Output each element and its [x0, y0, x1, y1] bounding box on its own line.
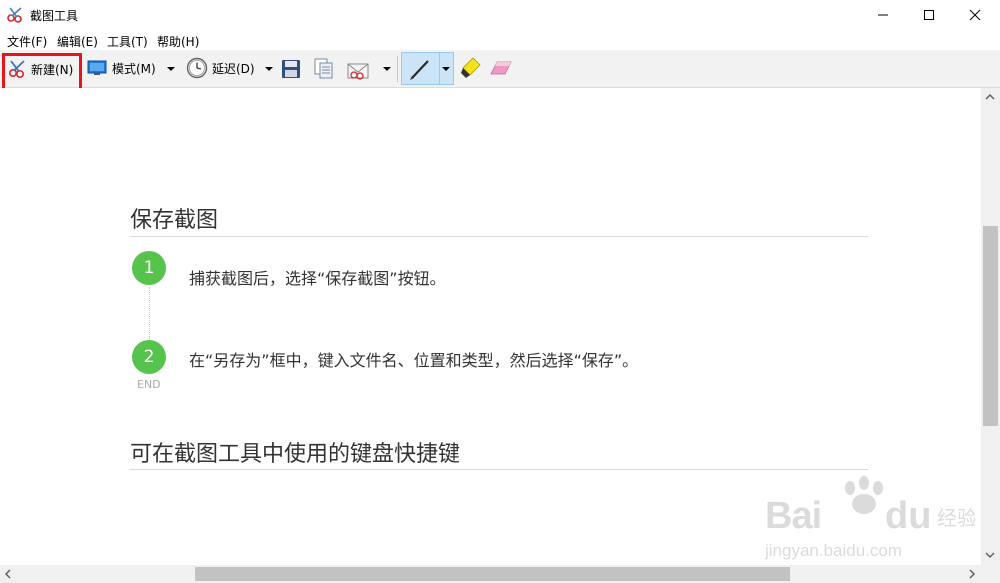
mode-button[interactable]: 模式(M): [87, 59, 156, 77]
menu-bar: 文件(F) 编辑(E) 工具(T) 帮助(H): [0, 30, 1000, 50]
delay-button[interactable]: 延迟(D): [186, 57, 255, 79]
step-number-1: 1: [132, 251, 166, 285]
scroll-right-arrow-icon[interactable]: [968, 569, 976, 579]
highlighter-icon: [461, 57, 481, 78]
svg-text:经验: 经验: [937, 506, 975, 530]
toolbar: 新建(N) 模式(M) 延迟(D): [0, 50, 1000, 88]
pen-dropdown-arrow-icon[interactable]: [442, 67, 450, 71]
eraser-button[interactable]: [489, 58, 513, 78]
close-icon: [969, 9, 981, 21]
scissors-app-icon: [7, 7, 25, 23]
menu-help[interactable]: 帮助(H): [157, 33, 199, 50]
window-title: 截图工具: [30, 9, 79, 23]
scroll-up-arrow-icon[interactable]: [985, 93, 995, 101]
svg-text:Bai: Bai: [765, 495, 821, 537]
close-button[interactable]: [952, 0, 998, 30]
copy-button[interactable]: [313, 57, 335, 81]
step-connector-line: [149, 287, 150, 339]
section-divider: [130, 469, 868, 470]
delay-button-label: 延迟(D): [212, 61, 255, 76]
clock-icon: [186, 57, 208, 79]
title-bar: 截图工具: [0, 0, 1000, 30]
toolbar-separator: [397, 56, 398, 82]
svg-text:jingyan.baidu.com: jingyan.baidu.com: [765, 541, 902, 560]
vertical-scroll-thumb[interactable]: [983, 226, 998, 426]
minimize-icon: [878, 14, 888, 16]
menu-file[interactable]: 文件(F): [7, 33, 47, 50]
section-divider: [130, 236, 868, 237]
section-title-shortcuts: 可在截图工具中使用的键盘快捷键: [130, 442, 461, 467]
monitor-icon: [87, 60, 107, 75]
envelope-icon: [347, 63, 369, 80]
highlighter-button[interactable]: [459, 56, 483, 80]
menu-tools[interactable]: 工具(T): [107, 33, 148, 50]
snipping-tool-window: 截图工具 文件(F) 编辑(E) 工具(T) 帮助(H) 新建(N) 模式(M)…: [0, 0, 1000, 583]
baidu-jingyan-watermark-logo: Bai du 经验 jingyan.baidu.com: [765, 476, 975, 560]
scroll-down-arrow-icon[interactable]: [985, 551, 995, 559]
maximize-icon: [924, 10, 934, 20]
scrollbar-corner: [981, 565, 1000, 583]
mode-dropdown-arrow-icon[interactable]: [167, 67, 175, 71]
send-dropdown-arrow-icon[interactable]: [383, 67, 391, 71]
save-button[interactable]: [281, 59, 301, 79]
section-title-save-snip: 保存截图: [130, 208, 219, 233]
horizontal-scroll-thumb[interactable]: [195, 567, 790, 581]
floppy-disk-icon: [282, 60, 300, 78]
scroll-left-arrow-icon[interactable]: [4, 569, 12, 579]
mode-button-label: 模式(M): [112, 61, 156, 76]
pen-icon: [410, 59, 429, 80]
end-label: END: [137, 378, 161, 391]
menu-edit[interactable]: 编辑(E): [57, 33, 98, 50]
step-2-text: 在“另存为”框中，键入文件名、位置和类型，然后选择“保存”。: [189, 351, 639, 370]
pen-split-divider: [439, 53, 440, 84]
minimize-button[interactable]: [860, 0, 906, 30]
step-number-2: 2: [132, 340, 166, 374]
svg-text:du: du: [885, 495, 931, 537]
maximize-button[interactable]: [906, 0, 952, 30]
eraser-icon: [490, 61, 512, 75]
send-snip-button[interactable]: [346, 58, 372, 80]
copy-icon: [314, 58, 333, 79]
delay-dropdown-arrow-icon[interactable]: [265, 67, 273, 71]
step-1-text: 捕获截图后，选择“保存截图”按钮。: [189, 269, 446, 288]
